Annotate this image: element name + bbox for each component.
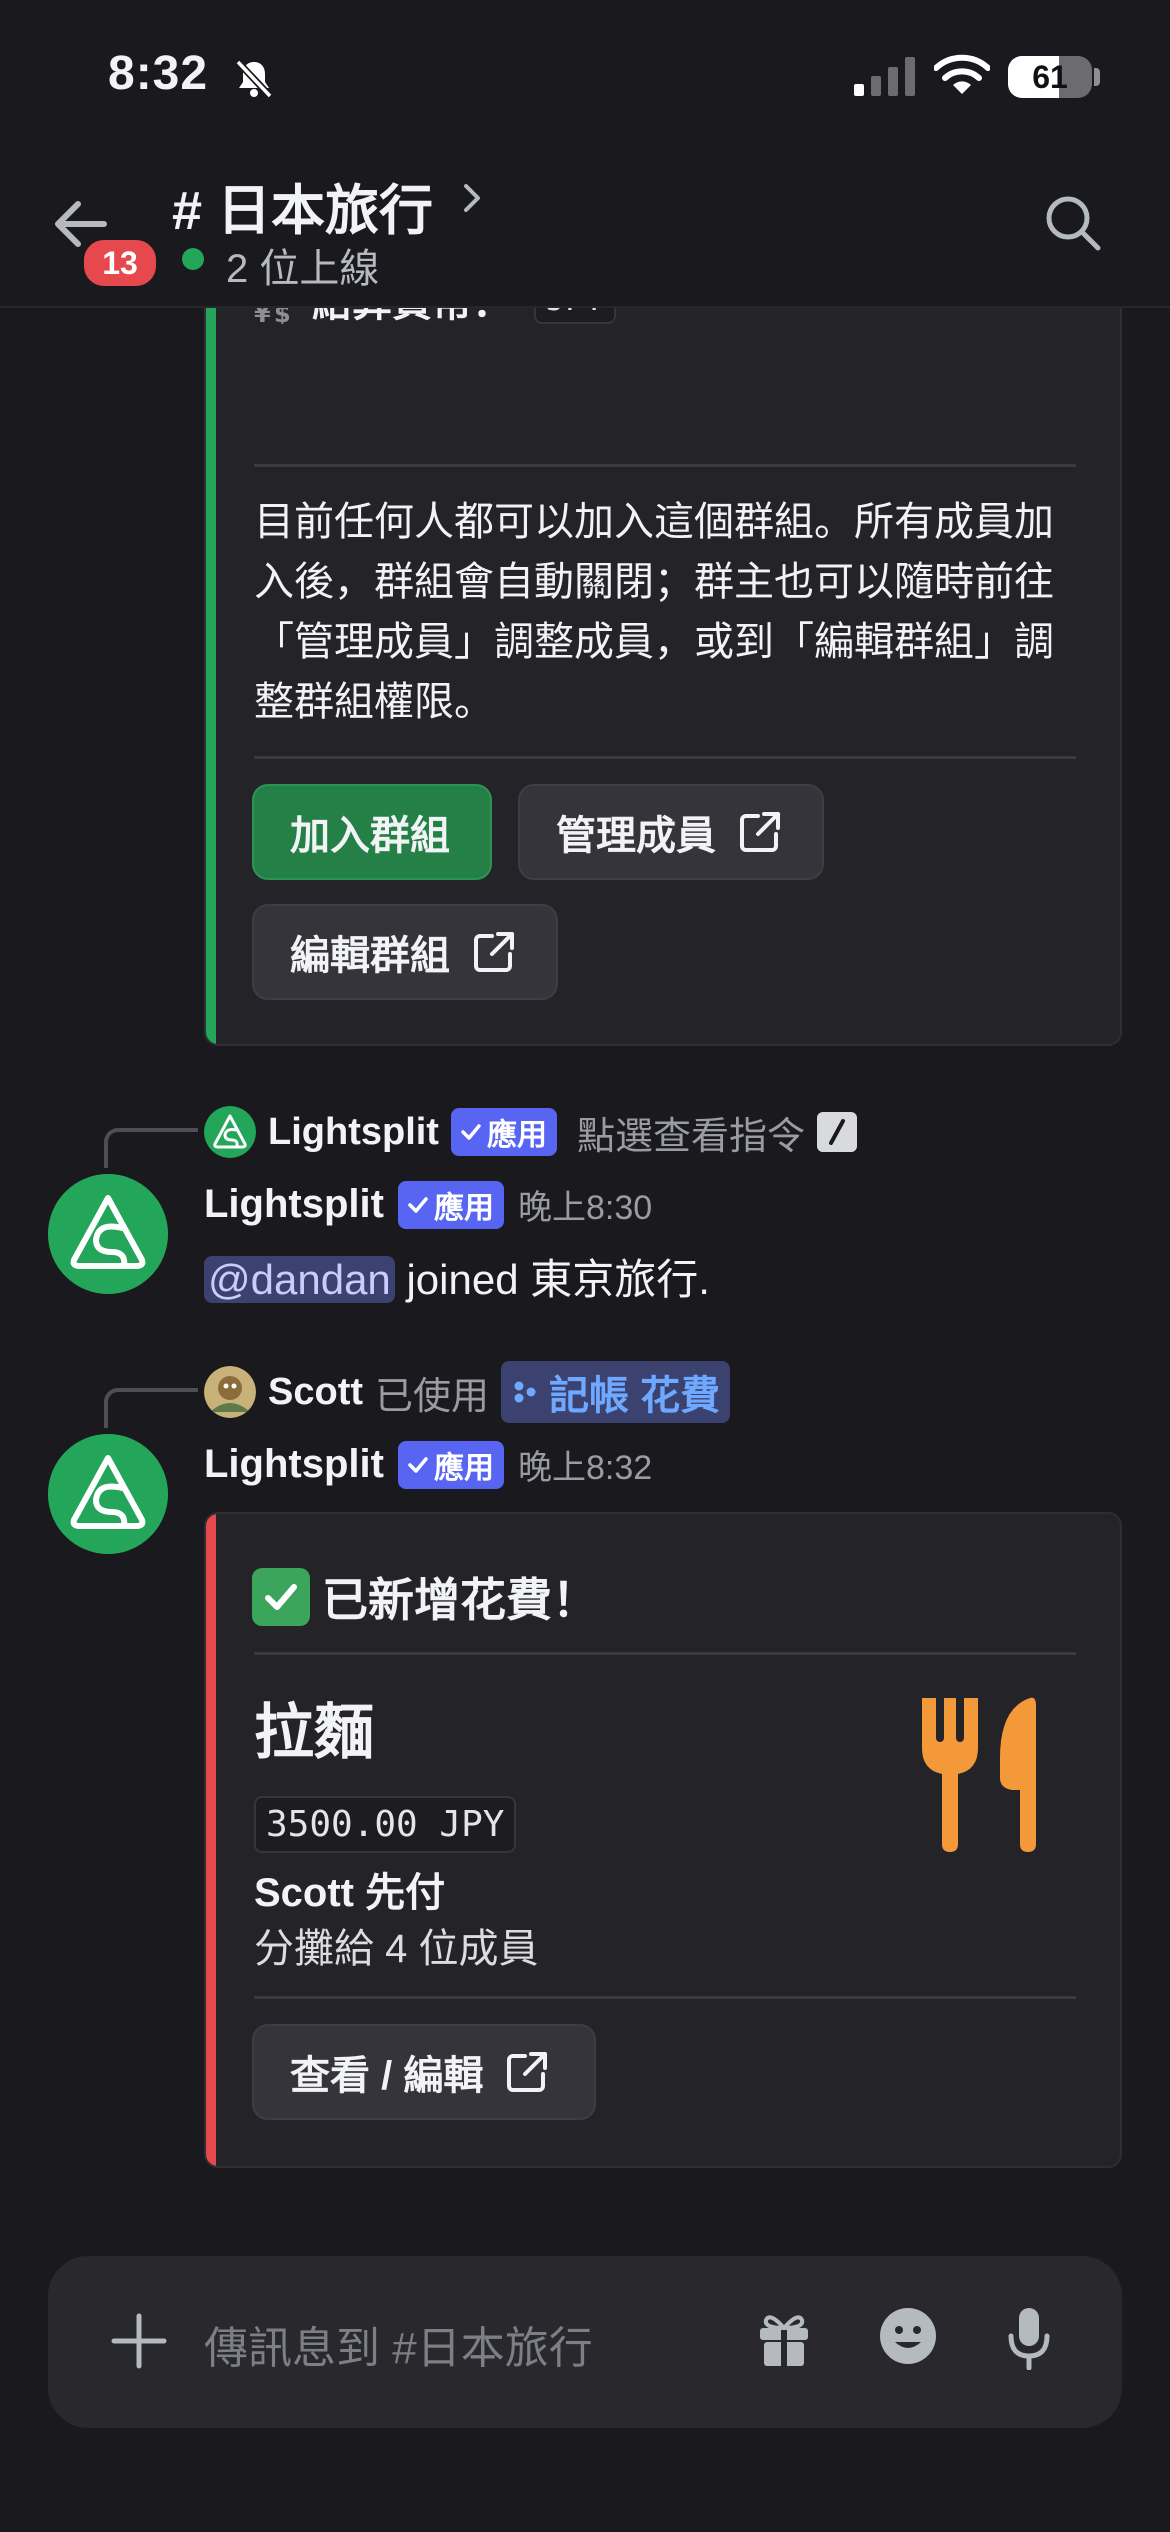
command-preview[interactable]: Scott 已使用 記帳 花費: [204, 1361, 1104, 1423]
status-time: 8:32: [108, 47, 209, 100]
reply-text: 點選查看指令: [576, 1115, 805, 1158]
battery-indicator: 61: [1008, 56, 1092, 98]
join-group-label: 加入群組: [290, 814, 450, 858]
check-mark-icon: [252, 1568, 310, 1626]
message-body: @dandan joined 東京旅行.: [204, 1246, 710, 1307]
edit-group-label: 編輯群組: [290, 934, 450, 978]
unread-badge: 13: [80, 236, 160, 290]
channel-title[interactable]: # 日本旅行: [172, 166, 433, 245]
chevron-right-icon[interactable]: [458, 176, 486, 220]
group-description: 目前任何人都可以加入這個群組。所有成員加入後，群組會自動關閉；群主也可以隨時前往…: [254, 500, 1054, 724]
expense-item-name: 拉麵: [254, 1699, 374, 1766]
battery-level: 61: [1032, 59, 1068, 95]
battery-cap: [1094, 68, 1100, 86]
message-input[interactable]: 傳訊息到 #日本旅行: [204, 2312, 593, 2376]
app-tag-label: 應用: [433, 1451, 494, 1485]
external-link-icon: [740, 812, 780, 852]
message-author[interactable]: Lightsplit: [204, 1442, 384, 1487]
expense-embed: 已新增花費！ 拉麵 3500.00 JPY Scott 先付 分攤給 4 位成員…: [204, 1512, 1122, 2168]
verified-check-icon: [461, 1124, 481, 1140]
external-link-icon: [507, 2052, 548, 2092]
external-link-icon: [474, 932, 514, 972]
message-header: Lightsplit 應用 晚上8:32: [204, 1440, 652, 1489]
app-tag: 應用: [397, 1440, 504, 1489]
online-count: 2 位上線: [226, 247, 380, 291]
group-info-embed: 道！ $ ¥ ¥ $ 結算貨幣： JPY 目前任何人都可以加入這個群組。所有成員…: [204, 200, 1122, 1046]
expense-split: 分攤給 4 位成員: [254, 1927, 539, 1971]
expense-title-text: 已新增花費！: [322, 1574, 598, 1626]
reply-connector: [104, 1128, 198, 1168]
expense-title: 已新增花費！: [252, 1564, 598, 1630]
join-group-button[interactable]: 加入群組: [252, 784, 492, 880]
gift-icon[interactable]: [756, 2310, 812, 2368]
user-mention[interactable]: @dandan: [204, 1256, 395, 1303]
embed-divider: [254, 1996, 1076, 1999]
channel-header: 13 # 日本旅行 2 位上線: [0, 150, 1170, 308]
command-tag[interactable]: 記帳 花費: [501, 1361, 731, 1423]
command-user: Scott: [268, 1370, 363, 1413]
embed-divider: [254, 464, 1076, 467]
lightsplit-avatar-small: [204, 1106, 256, 1158]
reply-connector: [104, 1388, 198, 1428]
command-verb: 已使用: [375, 1375, 490, 1418]
app-tag-label: 應用: [433, 1191, 494, 1225]
wifi-icon: [934, 54, 990, 94]
expense-payer: Scott 先付: [254, 1871, 446, 1915]
message-timestamp: 晚上8:30: [517, 1189, 653, 1227]
manage-members-label: 管理成員: [556, 814, 716, 858]
app-command-icon: [514, 1381, 536, 1403]
message-composer: 傳訊息到 #日本旅行: [48, 2256, 1122, 2428]
manage-members-button[interactable]: 管理成員: [518, 784, 824, 880]
silent-bell-icon: [235, 59, 273, 99]
command-name: 記帳 花費: [549, 1374, 721, 1418]
view-edit-label: 查看 / 編輯: [290, 2054, 484, 2098]
online-indicator: [182, 248, 204, 270]
status-bar: 8:32 61: [0, 0, 1170, 150]
expense-amount: 3500.00 JPY: [254, 1796, 517, 1853]
lightsplit-avatar[interactable]: [48, 1174, 168, 1294]
cellular-signal-icon: [854, 57, 915, 96]
app-tag: 應用: [450, 1108, 557, 1156]
message-text: joined 東京旅行.: [406, 1256, 710, 1303]
search-icon[interactable]: [1042, 192, 1104, 254]
reply-author: Lightsplit: [268, 1110, 439, 1153]
emoji-icon[interactable]: [878, 2306, 938, 2366]
slash-command-icon: [816, 1112, 857, 1152]
scott-avatar-small: [204, 1366, 256, 1418]
embed-divider: [254, 1652, 1076, 1655]
message-timestamp: 晚上8:32: [517, 1449, 653, 1487]
embed-accent-bar: [206, 200, 216, 1044]
app-tag: 應用: [397, 1180, 504, 1229]
message-author[interactable]: Lightsplit: [204, 1182, 384, 1227]
embed-divider: [254, 756, 1076, 759]
microphone-icon[interactable]: [1008, 2306, 1050, 2370]
reply-preview[interactable]: Lightsplit 應用 點選查看指令: [204, 1104, 1104, 1160]
fork-and-knife-icon: [922, 1694, 1036, 1852]
verified-check-icon: [408, 1456, 428, 1473]
message-header: Lightsplit 應用 晚上8:30: [204, 1180, 652, 1229]
edit-group-button[interactable]: 編輯群組: [252, 904, 558, 1000]
app-tag-label: 應用: [486, 1119, 547, 1152]
verified-check-icon: [408, 1196, 428, 1213]
plus-icon[interactable]: [106, 2308, 172, 2374]
embed-accent-bar: [206, 1514, 216, 2166]
view-edit-button[interactable]: 查看 / 編輯: [252, 2024, 596, 2120]
lightsplit-avatar[interactable]: [48, 1434, 168, 1554]
